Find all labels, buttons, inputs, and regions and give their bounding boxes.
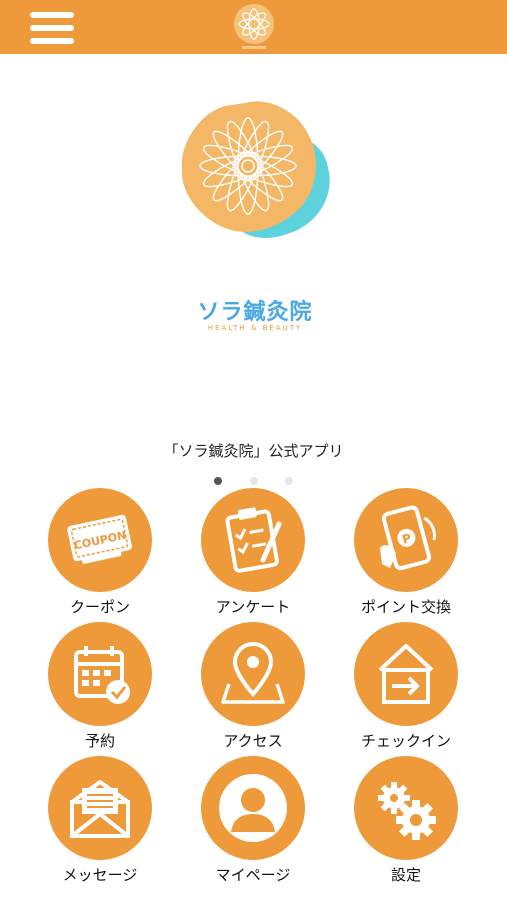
- gear-icon: [378, 782, 436, 840]
- survey-clipboard-icon: [225, 507, 282, 573]
- brand-name: ソラ鍼灸院: [197, 300, 313, 325]
- my-page-button[interactable]: マイページ: [178, 756, 328, 886]
- survey-label: アンケート: [215, 598, 291, 616]
- message-button[interactable]: メッセージ: [25, 756, 175, 886]
- point-exchange-icon: P: [380, 505, 436, 571]
- coupon-button[interactable]: COUPON クーポン: [25, 488, 175, 618]
- check-in-label: チェックイン: [360, 732, 451, 750]
- my-page-label: マイページ: [215, 866, 291, 884]
- coupon-label: クーポン: [69, 598, 130, 616]
- settings-button[interactable]: 設定: [331, 756, 481, 886]
- user-icon: [219, 774, 287, 842]
- check-in-button[interactable]: チェックイン: [331, 622, 481, 752]
- settings-label: 設定: [390, 866, 421, 884]
- reservation-label: 予約: [84, 732, 115, 750]
- coupon-icon: COUPON: [67, 514, 132, 564]
- lotus-logo-icon: [234, 4, 274, 49]
- carousel-indicator: [0, 470, 507, 489]
- check-in-door-icon: [378, 644, 434, 704]
- calendar-check-icon: [74, 646, 130, 704]
- top-app-bar: [0, 0, 507, 54]
- carousel-dot-2[interactable]: [249, 477, 258, 485]
- carousel-dot-3[interactable]: [284, 477, 293, 485]
- map-pin-icon: [221, 641, 285, 704]
- point-exchange-button[interactable]: P ポイント交換: [331, 488, 481, 618]
- brand-subtitle: HEALTH & BEAUTY: [207, 324, 303, 332]
- envelope-icon: [70, 780, 130, 838]
- message-label: メッセージ: [62, 866, 138, 884]
- point-exchange-label: ポイント交換: [360, 598, 451, 616]
- hamburger-menu-icon[interactable]: [30, 10, 74, 46]
- hero-lotus-logo: [181, 101, 330, 238]
- survey-button[interactable]: アンケート: [178, 488, 328, 618]
- reservation-button[interactable]: 予約: [25, 622, 175, 752]
- app-tagline: 「ソラ鍼灸院」公式アプリ: [163, 442, 344, 460]
- access-label: アクセス: [223, 732, 283, 750]
- carousel-dot-1[interactable]: [214, 477, 223, 485]
- access-button[interactable]: アクセス: [178, 622, 328, 752]
